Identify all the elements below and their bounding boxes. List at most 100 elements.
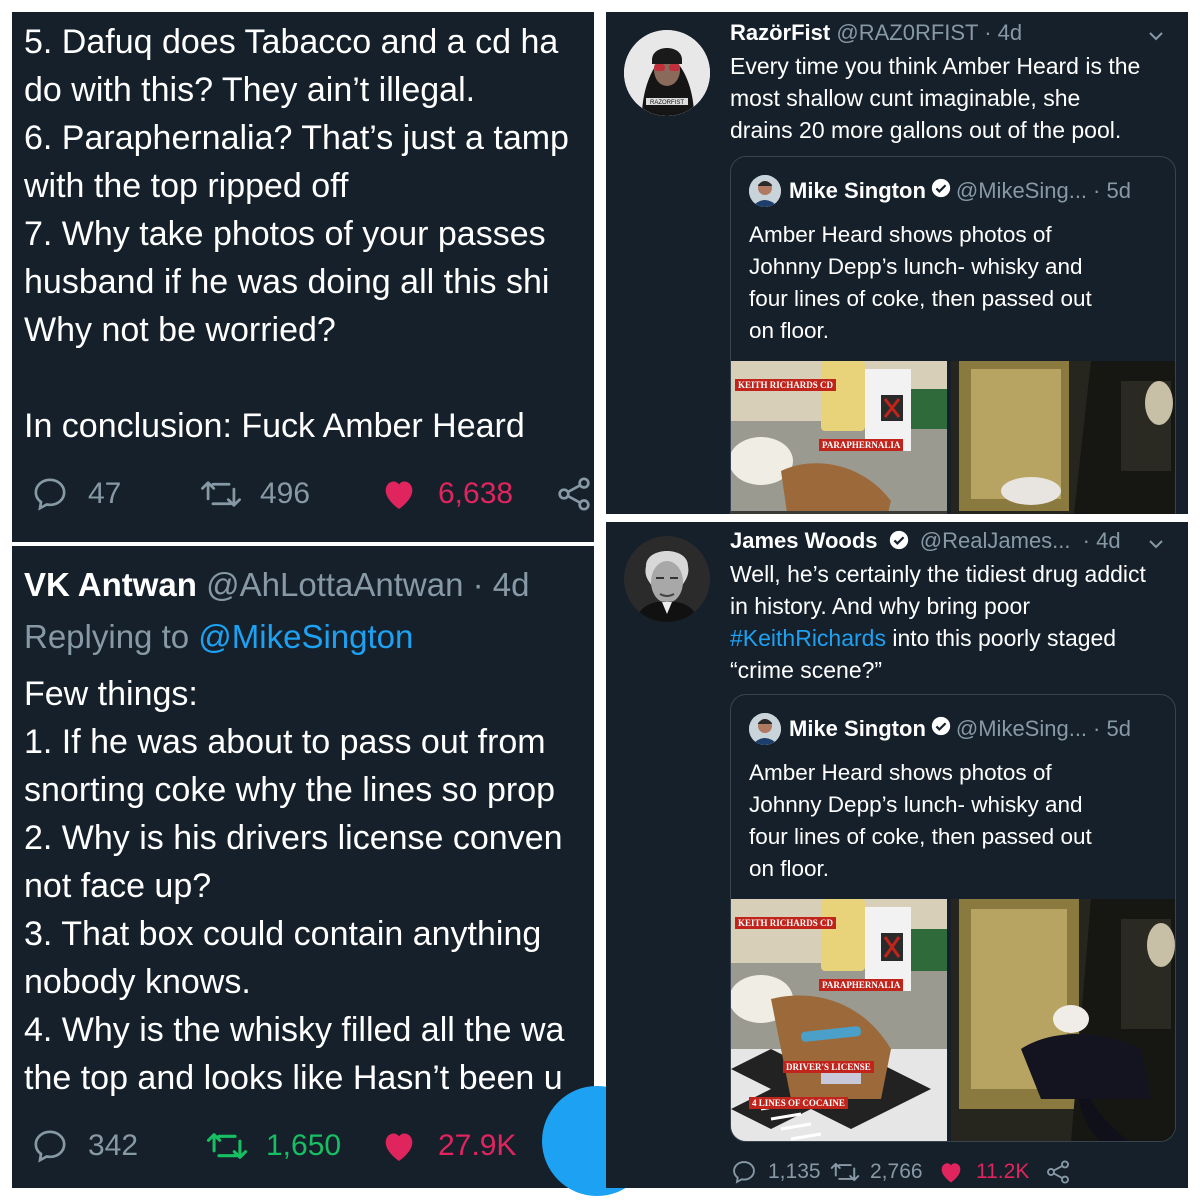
quoted-author-handle[interactable]: @MikeSing... xyxy=(956,178,1087,204)
tweet-text-line: In conclusion: Fuck Amber Heard xyxy=(24,407,525,445)
evidence-label: KEITH RICHARDS CD xyxy=(735,917,837,929)
reply-button[interactable]: 47 xyxy=(30,474,200,514)
like-button[interactable]: 6,638 xyxy=(378,474,554,514)
quoted-text-line: Johnny Depp’s lunch- whisky and xyxy=(749,254,1083,279)
hashtag-link[interactable]: #KeithRichards xyxy=(730,625,886,651)
chevron-down-icon[interactable] xyxy=(1146,534,1166,559)
tweet-text-line: Every time you think Amber Heard is the xyxy=(730,53,1141,79)
tweet-header: James Woods @RealJames... · 4d xyxy=(730,528,1121,557)
author-name[interactable]: RazörFist xyxy=(730,20,830,45)
tweet-actions: 342 1,650 27.9K xyxy=(30,1126,516,1166)
retweet-button[interactable]: 1,650 xyxy=(206,1126,378,1166)
retweet-icon xyxy=(200,474,242,514)
quoted-tweet-time: · 5d xyxy=(1093,716,1131,741)
retweet-count: 2,766 xyxy=(870,1160,923,1183)
quoted-author-name[interactable]: Mike Sington xyxy=(789,716,926,742)
photo-floor[interactable] xyxy=(951,361,1175,514)
reply-icon xyxy=(730,1158,758,1186)
share-icon xyxy=(1044,1158,1072,1186)
tweet-text-line: 1. If he was about to pass out from xyxy=(24,723,546,761)
retweet-count: 1,650 xyxy=(266,1129,342,1162)
like-button[interactable]: 27.9K xyxy=(378,1126,516,1166)
author-name[interactable]: VK Antwan xyxy=(24,566,197,603)
photo-table[interactable]: KEITH RICHARDS CD PARAPHERNALIA xyxy=(731,361,947,514)
tweet-text-fragment: into this poorly staged xyxy=(885,625,1117,651)
reply-count: 1,135 xyxy=(768,1160,821,1183)
quoted-text-line: four lines of coke, then passed out xyxy=(749,286,1092,311)
author-name[interactable]: James Woods xyxy=(730,528,878,553)
tweet-text-line: most shallow cunt imaginable, she xyxy=(730,85,1081,111)
avatar-shirt-text: RAZORFIST xyxy=(650,100,684,106)
quoted-tweet-header: Mike Sington @MikeSing... · 5d xyxy=(749,713,1131,745)
tweet-text-line: #KeithRichards into this poorly staged xyxy=(730,622,1116,654)
evidence-label: PARAPHERNALIA xyxy=(819,439,904,451)
like-count: 11.2K xyxy=(976,1160,1030,1183)
quoted-tweet[interactable]: Mike Sington @MikeSing... · 5d Amber Hea… xyxy=(730,156,1176,514)
reply-tweet-panel: VK Antwan @AhLottaAntwan · 4d Replying t… xyxy=(12,546,594,1188)
reply-count: 342 xyxy=(88,1129,139,1162)
quoted-text-line: four lines of coke, then passed out xyxy=(749,824,1092,849)
quoted-text-line: on floor. xyxy=(749,856,830,881)
tweet-text-line: husband if he was doing all this shi xyxy=(24,263,550,301)
tweet-text-line: in history. And why bring poor xyxy=(730,593,1031,619)
tweet-header: VK Antwan @AhLottaAntwan · 4d xyxy=(24,566,530,604)
replying-to-label: Replying to xyxy=(24,618,190,655)
tweet-text-line: Why not be worried? xyxy=(24,311,336,349)
quoted-tweet-time: · 5d xyxy=(1093,178,1131,203)
tweet-james-woods: James Woods @RealJames... · 4d Well, he’… xyxy=(606,522,1188,1188)
tweet-text-line: the top and looks like Hasn’t been u xyxy=(24,1059,563,1097)
retweet-button[interactable]: 496 xyxy=(200,474,378,514)
replying-to: Replying to @MikeSington xyxy=(24,618,413,656)
quoted-avatar[interactable] xyxy=(749,713,781,745)
tweet-text-line: 4. Why is the whisky filled all the wa xyxy=(24,1011,565,1049)
reply-count: 47 xyxy=(88,477,122,510)
tweet-razorfist: RAZORFIST RazörFist @RAZ0RFIST · 4d Ever… xyxy=(606,12,1188,514)
tweet-text-line: 3. That box could contain anything xyxy=(24,915,542,953)
quoted-tweet[interactable]: Mike Sington @MikeSing... · 5d Amber Hea… xyxy=(730,694,1176,1142)
tweet-text-line: Well, he’s certainly the tidiest drug ad… xyxy=(730,561,1146,587)
tweet-panel-continuation: 5. Dafuq does Tabacco and a cd ha do wit… xyxy=(12,12,594,542)
share-button[interactable] xyxy=(554,474,594,514)
like-count: 6,638 xyxy=(438,477,514,510)
photo-table[interactable]: KEITH RICHARDS CD PARAPHERNALIA DRIVER'S… xyxy=(731,899,947,1141)
quoted-media[interactable]: KEITH RICHARDS CD PARAPHERNALIA DRIVER'S… xyxy=(731,899,1175,1141)
reply-button[interactable]: 342 xyxy=(30,1126,206,1166)
quoted-tweet-header: Mike Sington @MikeSing... · 5d xyxy=(749,175,1131,207)
chevron-down-icon[interactable] xyxy=(1146,26,1166,51)
heart-icon xyxy=(378,474,420,514)
tweet-text-line: snorting coke why the lines so prop xyxy=(24,771,556,809)
tweet-actions: 47 496 6,638 xyxy=(30,474,594,514)
tweet-text-line: 7. Why take photos of your passes xyxy=(24,215,546,253)
tweet-text-line: nobody knows. xyxy=(24,963,251,1001)
quoted-avatar[interactable] xyxy=(749,175,781,207)
avatar[interactable]: RAZORFIST xyxy=(624,30,710,116)
share-button[interactable] xyxy=(1044,1158,1072,1186)
quoted-author-name[interactable]: Mike Sington xyxy=(789,178,926,204)
reply-button[interactable]: 1,135 xyxy=(730,1158,830,1186)
tweet-time: · 4d xyxy=(472,566,530,603)
author-handle[interactable]: @RealJames... xyxy=(920,528,1071,553)
like-count: 27.9K xyxy=(438,1129,517,1162)
replying-to-handle[interactable]: @MikeSington xyxy=(198,618,413,655)
quoted-text-line: on floor. xyxy=(749,318,830,343)
heart-icon xyxy=(936,1158,966,1186)
evidence-label: PARAPHERNALIA xyxy=(819,979,904,991)
quoted-media[interactable]: KEITH RICHARDS CD PARAPHERNALIA xyxy=(731,361,1175,514)
retweet-icon xyxy=(830,1158,860,1186)
tweet-header: RazörFist @RAZ0RFIST · 4d xyxy=(730,20,1022,46)
like-button[interactable]: 11.2K xyxy=(936,1158,1044,1186)
tweet-text-line: 6. Paraphernalia? That’s just a tamp xyxy=(24,119,569,157)
quoted-author-handle[interactable]: @MikeSing... xyxy=(956,716,1087,742)
photo-floor[interactable] xyxy=(951,899,1175,1141)
tweet-text-line: with the top ripped off xyxy=(24,167,349,205)
tweet-text-line: Few things: xyxy=(24,675,198,713)
reply-icon xyxy=(30,474,70,514)
evidence-label: KEITH RICHARDS CD xyxy=(735,379,837,391)
avatar[interactable] xyxy=(624,536,710,622)
tweet-time: · 4d xyxy=(984,20,1023,45)
retweet-icon xyxy=(206,1126,248,1166)
retweet-button[interactable]: 2,766 xyxy=(830,1158,936,1186)
author-handle[interactable]: @RAZ0RFIST xyxy=(836,20,978,45)
author-handle[interactable]: @AhLottaAntwan xyxy=(206,566,463,603)
heart-icon xyxy=(378,1126,420,1166)
